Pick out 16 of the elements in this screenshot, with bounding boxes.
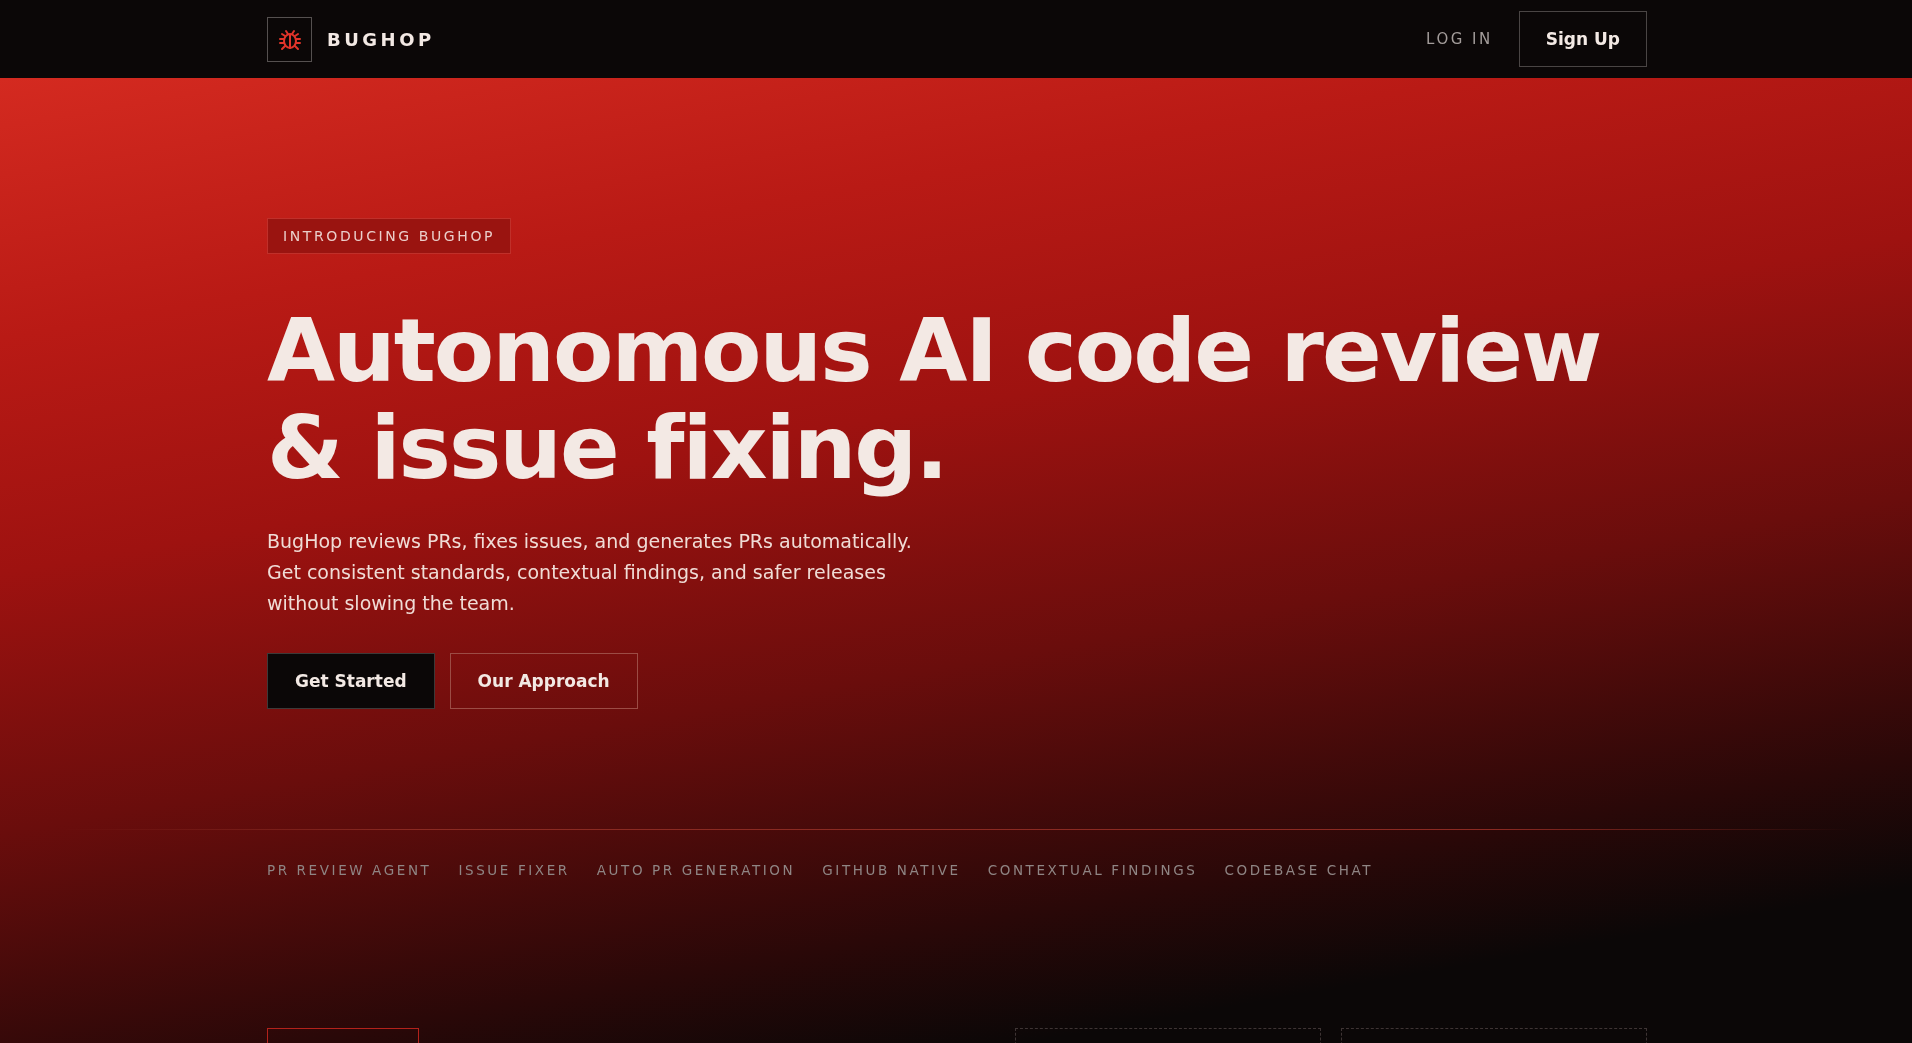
brand-name: BUGHOP [327, 28, 435, 50]
approach-button[interactable]: Our Approach [449, 653, 638, 709]
intro-badge: INTRODUCING BUGHOP [267, 218, 512, 254]
hero-description: BugHop reviews PRs, fixes issues, and generates PRs automatically. Get consistent standards, contextual findings, and safer releases without slowing the team. [267, 529, 913, 616]
log-in-link[interactable]: LOG IN [1426, 30, 1493, 48]
bug-logo-icon [267, 16, 312, 62]
feature-label: CONTEXTUAL FINDINGS [987, 862, 1198, 878]
feature-label: GITHUB NATIVE [822, 862, 961, 878]
headline-line: & issue fixing. [267, 399, 947, 496]
feature-label: PR REVIEW AGENT [267, 862, 432, 878]
feature-label: ISSUE FIXER [458, 862, 570, 878]
get-started-button[interactable]: Get Started [267, 653, 435, 709]
sign-up-button[interactable]: Sign Up [1518, 11, 1647, 67]
feature-label: AUTO PR GENERATION [596, 862, 796, 878]
headline-line: Autonomous AI code review [267, 302, 1601, 399]
feature-label: CODEBASE CHAT [1224, 862, 1374, 878]
